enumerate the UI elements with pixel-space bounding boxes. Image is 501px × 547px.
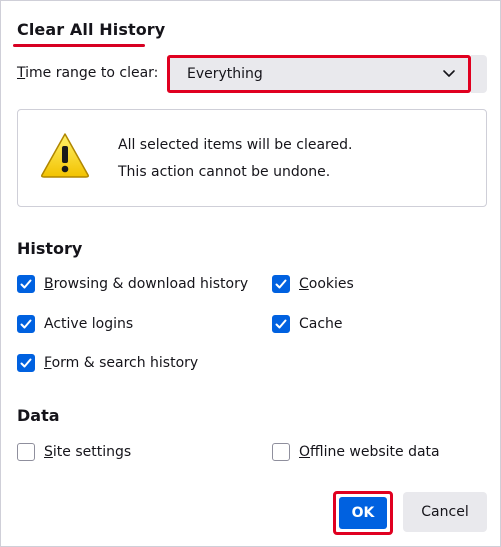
clear-history-dialog: Clear All History Time range to clear: E… [0,0,501,547]
checkbox-label: Cache [299,316,343,332]
checkbox-label: Browsing & download history [44,276,249,292]
select-edge [471,55,487,93]
warning-line-2: This action cannot be undone. [118,164,331,180]
time-range-label: Time range to clear: [17,65,159,81]
checkbox-label: Cookies [299,276,354,292]
dialog-title: Clear All History [17,20,166,39]
checkbox-checked-icon [17,315,35,333]
checkbox-label: Offline website data [299,444,440,460]
warning-line-1: All selected items will be cleared. [118,137,353,153]
warning-box: All selected items will be cleared. This… [17,109,487,207]
checkbox-offline-website-data[interactable]: Offline website data [272,443,440,461]
checkbox-active-logins[interactable]: Active logins [17,315,133,333]
checkbox-checked-icon [17,275,35,293]
cancel-button[interactable]: Cancel [403,492,487,532]
checkbox-label: Active logins [44,316,134,332]
checkbox-site-settings[interactable]: Site settings [17,443,131,461]
checkbox-label: Form & search history [44,355,199,371]
checkbox-unchecked-icon [272,443,290,461]
chevron-down-icon [443,70,455,77]
time-range-value: Everything [187,66,263,82]
checkbox-checked-icon [272,275,290,293]
checkbox-checked-icon [272,315,290,333]
title-highlight-underline [13,44,145,47]
checkbox-cache[interactable]: Cache [272,315,343,333]
checkbox-browsing-history[interactable]: Browsing & download history [17,275,248,293]
checkbox-unchecked-icon [17,443,35,461]
checkbox-checked-icon [17,354,35,372]
ok-button-highlight: OK [333,491,393,535]
warning-icon [41,133,89,178]
data-heading: Data [17,406,60,425]
checkbox-label: Site settings [44,444,132,460]
ok-button[interactable]: OK [339,497,387,529]
checkbox-form-search-history[interactable]: Form & search history [17,354,198,372]
time-range-select[interactable]: Everything [167,55,471,93]
history-heading: History [17,239,83,258]
checkbox-cookies[interactable]: Cookies [272,275,354,293]
